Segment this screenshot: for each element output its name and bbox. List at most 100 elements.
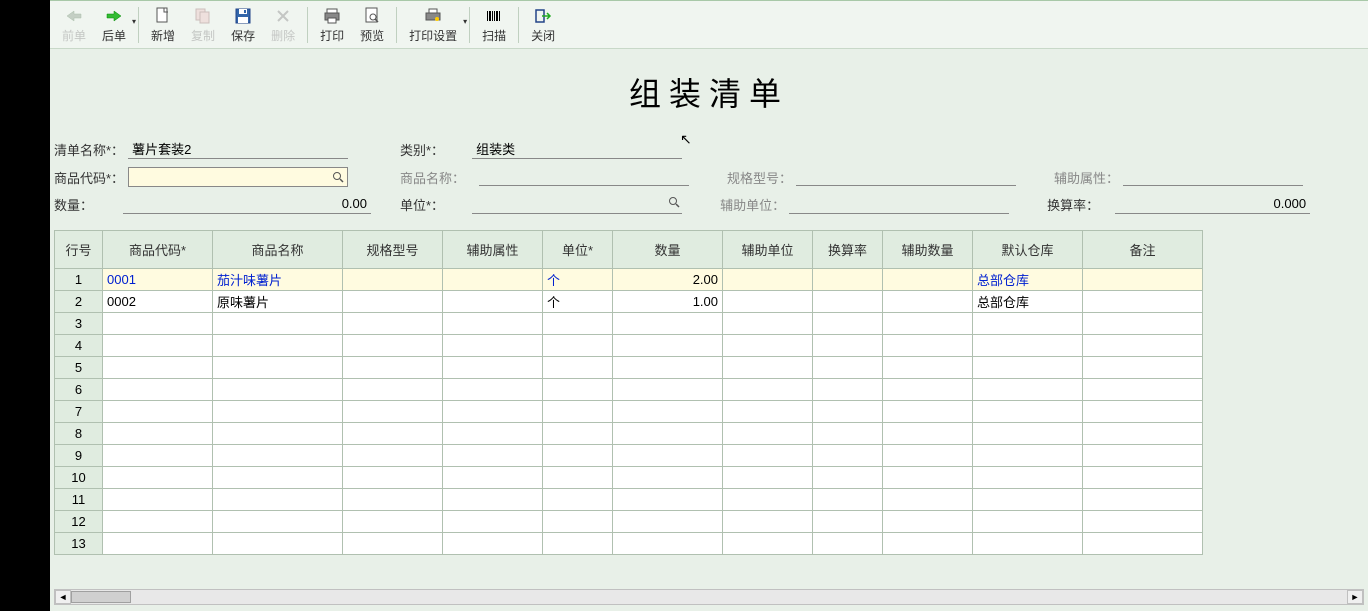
cell-name[interactable] bbox=[213, 423, 343, 445]
cell-code[interactable] bbox=[103, 357, 213, 379]
cell-unit[interactable] bbox=[543, 445, 613, 467]
cell-qty[interactable] bbox=[613, 511, 723, 533]
cell-auxunit[interactable] bbox=[723, 313, 813, 335]
cell-convrate[interactable] bbox=[813, 533, 883, 555]
cell-auxqty[interactable] bbox=[883, 489, 973, 511]
table-row[interactable]: 20002原味薯片个1.00总部仓库 bbox=[55, 291, 1203, 313]
cell-auxattr[interactable] bbox=[443, 445, 543, 467]
col-convrate[interactable]: 换算率 bbox=[813, 231, 883, 269]
cell-warehouse[interactable] bbox=[973, 335, 1083, 357]
table-row[interactable]: 4 bbox=[55, 335, 1203, 357]
cell-unit[interactable] bbox=[543, 401, 613, 423]
cell-remark[interactable] bbox=[1083, 489, 1203, 511]
cell-auxunit[interactable] bbox=[723, 423, 813, 445]
cell-remark[interactable] bbox=[1083, 291, 1203, 313]
list-name-field[interactable]: 薯片套装2 bbox=[128, 139, 348, 159]
cell-auxqty[interactable] bbox=[883, 291, 973, 313]
cell-auxqty[interactable] bbox=[883, 511, 973, 533]
cell-qty[interactable] bbox=[613, 357, 723, 379]
cell-remark[interactable] bbox=[1083, 533, 1203, 555]
cell-unit[interactable] bbox=[543, 335, 613, 357]
col-code[interactable]: 商品代码* bbox=[103, 231, 213, 269]
cell-warehouse[interactable] bbox=[973, 533, 1083, 555]
cell-code[interactable] bbox=[103, 489, 213, 511]
cell-auxqty[interactable] bbox=[883, 357, 973, 379]
col-qty[interactable]: 数量 bbox=[613, 231, 723, 269]
cell-name[interactable]: 原味薯片 bbox=[213, 291, 343, 313]
cell-auxunit[interactable] bbox=[723, 467, 813, 489]
table-row[interactable]: 7 bbox=[55, 401, 1203, 423]
cell-auxattr[interactable] bbox=[443, 291, 543, 313]
cell-warehouse[interactable] bbox=[973, 423, 1083, 445]
cell-code[interactable] bbox=[103, 313, 213, 335]
cell-spec[interactable] bbox=[343, 423, 443, 445]
cell-auxattr[interactable] bbox=[443, 423, 543, 445]
col-auxattr[interactable]: 辅助属性 bbox=[443, 231, 543, 269]
cell-code[interactable]: 0001 bbox=[103, 269, 213, 291]
table-row[interactable]: 3 bbox=[55, 313, 1203, 335]
cell-unit[interactable] bbox=[543, 467, 613, 489]
cell-qty[interactable] bbox=[613, 423, 723, 445]
print-button[interactable]: 打印 bbox=[312, 3, 352, 47]
close-button[interactable]: 关闭 bbox=[523, 3, 563, 47]
cell-remark[interactable] bbox=[1083, 313, 1203, 335]
save-button[interactable]: 保存 bbox=[223, 3, 263, 47]
cell-convrate[interactable] bbox=[813, 335, 883, 357]
qty-field[interactable]: 0.00 bbox=[123, 196, 371, 214]
cell-spec[interactable] bbox=[343, 357, 443, 379]
cell-auxqty[interactable] bbox=[883, 467, 973, 489]
table-row[interactable]: 13 bbox=[55, 533, 1203, 555]
table-row[interactable]: 9 bbox=[55, 445, 1203, 467]
cell-remark[interactable] bbox=[1083, 445, 1203, 467]
cell-code[interactable] bbox=[103, 423, 213, 445]
cell-remark[interactable] bbox=[1083, 511, 1203, 533]
cell-warehouse[interactable] bbox=[973, 511, 1083, 533]
cell-convrate[interactable] bbox=[813, 291, 883, 313]
cell-name[interactable] bbox=[213, 511, 343, 533]
cell-auxattr[interactable] bbox=[443, 357, 543, 379]
cell-warehouse[interactable] bbox=[973, 467, 1083, 489]
cell-unit[interactable] bbox=[543, 489, 613, 511]
unit-field[interactable] bbox=[472, 196, 682, 214]
cell-unit[interactable] bbox=[543, 511, 613, 533]
cell-name[interactable] bbox=[213, 533, 343, 555]
col-auxunit[interactable]: 辅助单位 bbox=[723, 231, 813, 269]
cell-qty[interactable] bbox=[613, 445, 723, 467]
cell-auxunit[interactable] bbox=[723, 379, 813, 401]
cell-name[interactable] bbox=[213, 445, 343, 467]
table-row[interactable]: 8 bbox=[55, 423, 1203, 445]
cell-warehouse[interactable]: 总部仓库 bbox=[973, 291, 1083, 313]
print-settings-button[interactable]: 打印设置 ▾ bbox=[401, 3, 465, 47]
cell-convrate[interactable] bbox=[813, 313, 883, 335]
cell-auxqty[interactable] bbox=[883, 533, 973, 555]
scroll-thumb[interactable] bbox=[71, 591, 131, 603]
cell-unit[interactable] bbox=[543, 533, 613, 555]
cell-code[interactable] bbox=[103, 445, 213, 467]
table-row[interactable]: 10 bbox=[55, 467, 1203, 489]
cell-convrate[interactable] bbox=[813, 269, 883, 291]
cell-auxattr[interactable] bbox=[443, 489, 543, 511]
cell-auxqty[interactable] bbox=[883, 269, 973, 291]
product-code-input[interactable] bbox=[129, 168, 347, 186]
cell-auxqty[interactable] bbox=[883, 313, 973, 335]
cell-spec[interactable] bbox=[343, 467, 443, 489]
cell-auxattr[interactable] bbox=[443, 379, 543, 401]
cell-qty[interactable] bbox=[613, 467, 723, 489]
cell-convrate[interactable] bbox=[813, 357, 883, 379]
cell-auxqty[interactable] bbox=[883, 445, 973, 467]
table-row[interactable]: 11 bbox=[55, 489, 1203, 511]
cell-auxattr[interactable] bbox=[443, 269, 543, 291]
cell-auxunit[interactable] bbox=[723, 445, 813, 467]
cell-unit[interactable] bbox=[543, 423, 613, 445]
cell-qty[interactable]: 1.00 bbox=[613, 291, 723, 313]
cell-name[interactable] bbox=[213, 313, 343, 335]
cell-code[interactable] bbox=[103, 401, 213, 423]
cell-auxqty[interactable] bbox=[883, 379, 973, 401]
col-warehouse[interactable]: 默认仓库 bbox=[973, 231, 1083, 269]
new-button[interactable]: 新增 bbox=[143, 3, 183, 47]
cell-warehouse[interactable] bbox=[973, 313, 1083, 335]
cell-auxqty[interactable] bbox=[883, 423, 973, 445]
cell-auxunit[interactable] bbox=[723, 357, 813, 379]
cell-name[interactable] bbox=[213, 379, 343, 401]
cell-code[interactable]: 0002 bbox=[103, 291, 213, 313]
